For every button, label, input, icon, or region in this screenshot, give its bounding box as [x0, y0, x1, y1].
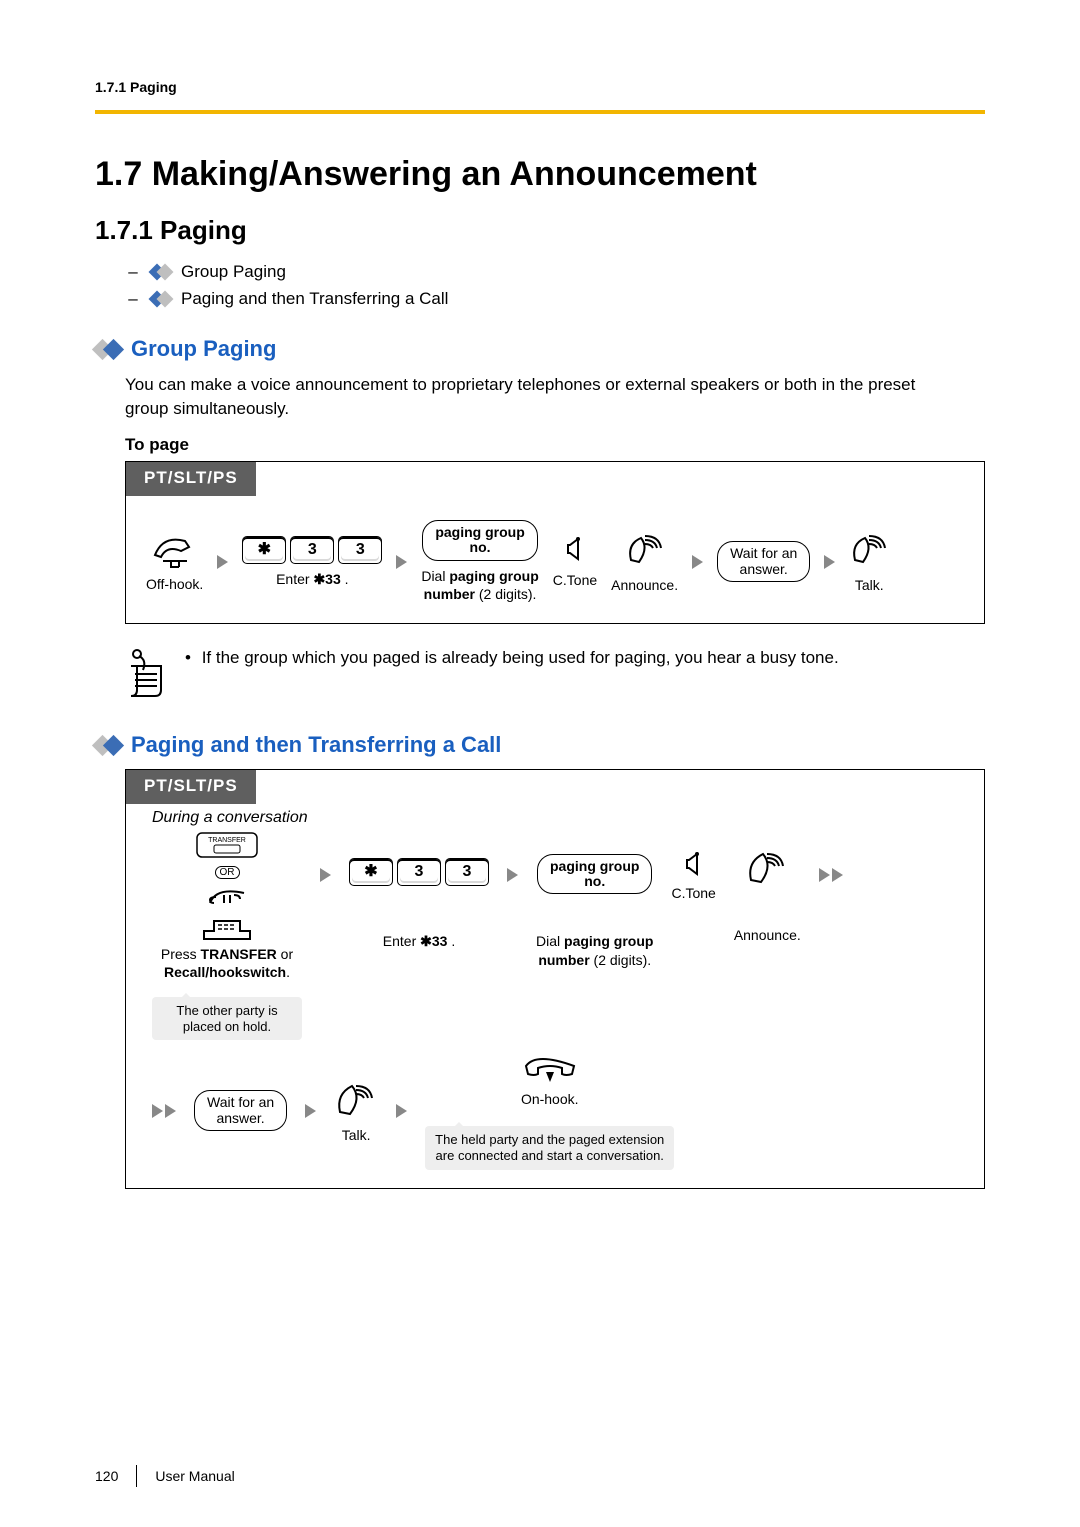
speaker-icon [334, 1078, 378, 1122]
h1-title: 1.7 Making/Answering an Announcement [95, 154, 985, 195]
note-text: If the group which you paged is already … [202, 648, 839, 667]
key-star: ✱ [349, 858, 393, 886]
caption: Dial paging group number (2 digits). [421, 567, 538, 603]
toc: – Group Paging – Paging and then Transfe… [125, 258, 985, 312]
footer: 120 User Manual [95, 1465, 235, 1487]
caption: Announce. [611, 576, 678, 594]
toc-label: Paging and then Transferring a Call [181, 285, 448, 312]
arrow-icon [396, 1104, 407, 1118]
or-label: OR [215, 866, 240, 879]
keypad-sequence: ✱ 3 3 [242, 536, 382, 564]
key-3: 3 [445, 858, 489, 886]
caption: Talk. [342, 1126, 371, 1144]
arrow-icon [824, 555, 835, 569]
caption: Press TRANSFER or Recall/hookswitch. [161, 945, 293, 981]
page-number: 120 [95, 1468, 118, 1484]
caption: Enter ✱33 . [383, 932, 455, 950]
caption: Talk. [855, 576, 884, 594]
footer-label: User Manual [155, 1469, 234, 1483]
diamond-icon [151, 293, 171, 305]
keypad-sequence: ✱ 3 3 [349, 858, 489, 886]
header-rule [95, 110, 985, 114]
wait-box: Wait for an answer. [717, 541, 810, 582]
slt-phone-icon [200, 913, 254, 941]
caption: Enter ✱33 . [276, 570, 348, 588]
paging-group-box: paging group no. [422, 520, 537, 561]
caption: Off-hook. [146, 575, 203, 593]
diamond-icon [151, 266, 171, 278]
note-block: • If the group which you paged is alread… [125, 646, 985, 702]
arrow-icon [692, 555, 703, 569]
arrow-icon [507, 868, 518, 882]
key-3: 3 [338, 536, 382, 564]
subheading-group-paging: Group Paging [95, 336, 985, 362]
arrow-icon [396, 555, 407, 569]
caption: Announce. [734, 926, 801, 944]
tone-icon [562, 535, 588, 565]
toc-label: Group Paging [181, 258, 286, 285]
wait-box: Wait for an answer. [194, 1090, 287, 1131]
onhook-icon [522, 1052, 578, 1086]
offhook-icon [151, 531, 199, 569]
diamond-icon [95, 738, 121, 753]
key-3: 3 [290, 536, 334, 564]
caption: On-hook. [521, 1090, 579, 1108]
arrow-continue-icon [819, 868, 843, 882]
procedure-label: To page [125, 436, 985, 453]
device-tab: PT/SLT/PS [126, 462, 256, 496]
subheading-transfer: Paging and then Transferring a Call [95, 732, 985, 758]
procedure-to-page: PT/SLT/PS Off-hook. ✱ 3 3 Enter [125, 461, 985, 624]
breadcrumb: 1.7.1 Paging [95, 80, 985, 104]
caption: Dial paging group number (2 digits). [536, 932, 653, 968]
note-icon [125, 646, 165, 702]
caption: C.Tone [671, 884, 715, 902]
diamond-icon [95, 342, 121, 357]
key-3: 3 [397, 858, 441, 886]
callout: The other party is placed on hold. [152, 997, 302, 1040]
caption: C.Tone [553, 571, 597, 589]
h2-title: 1.7.1 Paging [95, 215, 985, 246]
speaker-icon [849, 530, 889, 570]
speaker-icon [745, 846, 789, 890]
tone-icon [681, 850, 707, 880]
device-tab: PT/SLT/PS [126, 770, 256, 804]
hookswitch-icon [204, 883, 250, 909]
arrow-icon [305, 1104, 316, 1118]
key-star: ✱ [242, 536, 286, 564]
procedure-transfer: PT/SLT/PS During a conversation TRANSFER… [125, 769, 985, 1189]
body-text: You can make a voice announcement to pro… [125, 373, 945, 422]
paging-group-box: paging group no. [537, 854, 652, 895]
arrow-icon [320, 868, 331, 882]
arrow-continue-icon [152, 1104, 176, 1118]
svg-text:TRANSFER: TRANSFER [208, 837, 246, 844]
callout: The held party and the paged extension a… [425, 1126, 674, 1169]
toc-item: – Paging and then Transferring a Call [125, 285, 985, 312]
transfer-key-icon: TRANSFER [196, 832, 258, 862]
toc-item: – Group Paging [125, 258, 985, 285]
arrow-icon [217, 555, 228, 569]
speaker-icon [625, 530, 665, 570]
